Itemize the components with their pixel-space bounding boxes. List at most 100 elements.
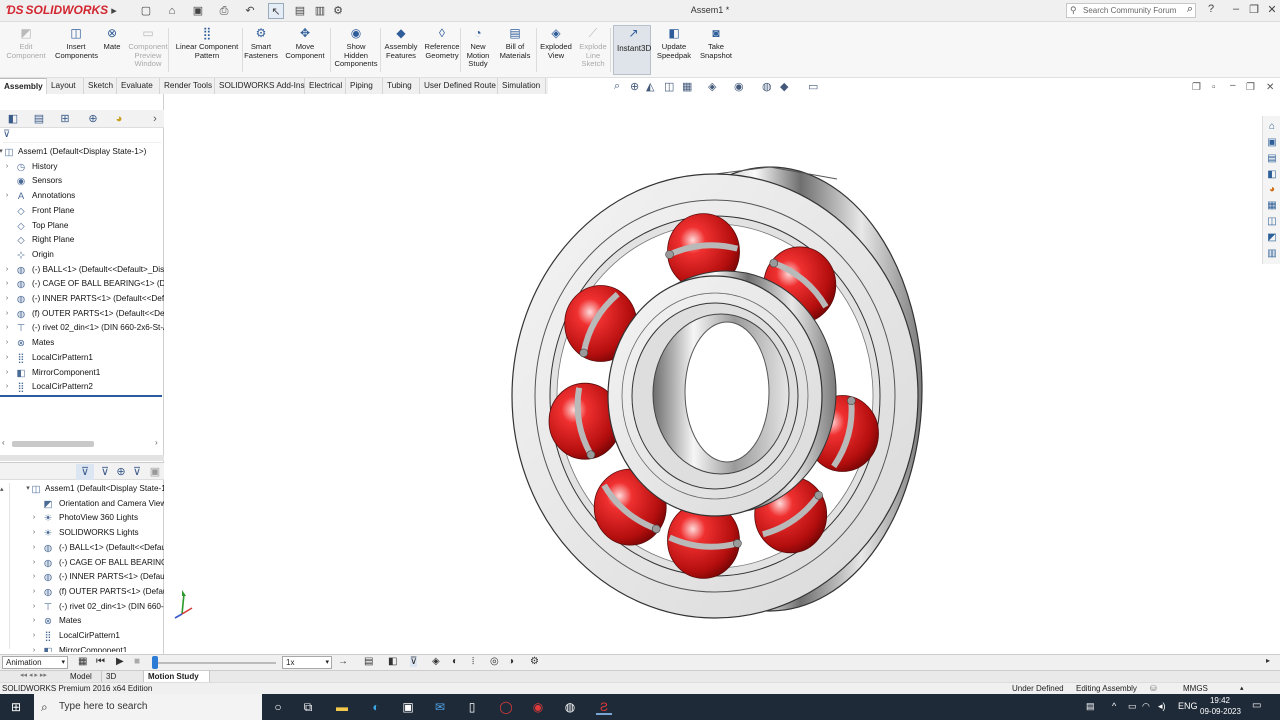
- restore-icon[interactable]: ❐: [1246, 3, 1262, 16]
- close-icon[interactable]: ✕: [1264, 3, 1280, 16]
- opera-icon[interactable]: ◯: [498, 699, 514, 715]
- expand-arrow-icon[interactable]: ›: [30, 556, 38, 571]
- tab-user-defined-route[interactable]: User Defined Route: [420, 78, 498, 94]
- tree-item[interactable]: › ◍ (-) CAGE OF BALL BEARING<1: [0, 556, 164, 571]
- ribbon-button-smart-fasteners[interactable]: ⚙ Smart Fasteners: [244, 26, 278, 60]
- tab-sketch[interactable]: Sketch: [84, 78, 117, 94]
- cage-rivet[interactable]: [586, 450, 596, 460]
- solidworks-taskbar-icon[interactable]: Ƨ: [596, 699, 612, 715]
- tree-item[interactable]: ◇ Right Plane: [0, 233, 164, 248]
- study-type-select[interactable]: Animation ▾: [2, 656, 68, 669]
- tree-item[interactable]: › ⣿ LocalCirPattern1: [0, 351, 164, 366]
- ribbon-button-snapshot[interactable]: ◙ Take Snapshot: [699, 26, 733, 60]
- stop-icon[interactable]: ■: [134, 656, 140, 667]
- ribbon-button-edit-component[interactable]: ◩ Edit Component: [6, 26, 46, 60]
- motion-collapse-icon[interactable]: ▣: [146, 464, 164, 480]
- playback-mode-icon[interactable]: →: [338, 656, 348, 667]
- tree-item[interactable]: › ◍ (-) INNER PARTS<1> (Default: [0, 570, 164, 585]
- cage-rivet[interactable]: [769, 258, 779, 268]
- tree-item[interactable]: › ⊗ Mates: [0, 614, 164, 629]
- motion-study-properties-icon[interactable]: ⚙: [530, 656, 539, 667]
- file-properties-icon[interactable]: ▥: [312, 3, 328, 19]
- custom-properties-icon[interactable]: ▦: [1265, 199, 1279, 213]
- tree-item[interactable]: › ⊗ Mates: [0, 336, 164, 351]
- graphics-area[interactable]: [165, 96, 1260, 652]
- scene-icon[interactable]: ◆: [780, 80, 788, 93]
- windows-start-icon[interactable]: ⊞: [8, 699, 24, 715]
- document-icon[interactable]: ▯: [464, 699, 480, 715]
- ribbon-button-instant3d[interactable]: ↗ Instant3D: [613, 25, 651, 75]
- panel-expand-icon[interactable]: ›: [146, 111, 164, 127]
- tree-item[interactable]: › ◍ (f) OUTER PARTS<1> (Default: [0, 585, 164, 600]
- expand-arrow-icon[interactable]: ›: [3, 263, 11, 278]
- motor-icon[interactable]: ◐: [452, 656, 458, 667]
- dimxpert-tab-icon[interactable]: ⊕: [84, 111, 102, 127]
- network-icon[interactable]: ▭: [1128, 701, 1137, 712]
- tree-item[interactable]: › ☀ PhotoView 360 Lights: [0, 511, 164, 526]
- tab-piping[interactable]: Piping: [346, 78, 383, 94]
- motion-tree-scrollbar[interactable]: ▴: [0, 483, 10, 649]
- clock-time[interactable]: 19:42: [1202, 696, 1238, 705]
- expand-arrow-icon[interactable]: ›: [30, 644, 38, 652]
- previous-view-icon[interactable]: ◭: [646, 80, 654, 93]
- scroll-up-icon[interactable]: ▴: [0, 486, 4, 493]
- undo-icon[interactable]: ↶: [242, 3, 258, 19]
- clock-date[interactable]: 09-09-2023: [1200, 707, 1241, 716]
- tree-item[interactable]: ⊹ Origin: [0, 248, 164, 263]
- tree-item[interactable]: ▾ ◫ Assem1 (Default<Display State-1>): [0, 145, 164, 160]
- ribbon-button-explode-line[interactable]: ⟋ Explode Line Sketch: [576, 26, 610, 69]
- expand-arrow-icon[interactable]: ›: [30, 511, 38, 526]
- dynamic-annotation-icon[interactable]: ▦: [682, 80, 692, 93]
- expand-arrow-icon[interactable]: ›: [30, 629, 38, 644]
- tab-evaluate[interactable]: Evaluate: [117, 78, 160, 94]
- ribbon-button-bom[interactable]: ▤ Bill of Materials: [498, 26, 532, 60]
- cage-rivet[interactable]: [846, 396, 856, 406]
- tree-rollback-bar[interactable]: [0, 395, 162, 397]
- ribbon-button-mate[interactable]: ⊗ Mate: [101, 26, 123, 52]
- resources-icon[interactable]: ▣: [1265, 136, 1279, 150]
- tree-item[interactable]: ▾ ◫ Assem1 (Default<Display State-1>: [0, 482, 164, 497]
- cage-rivet[interactable]: [814, 490, 823, 500]
- zoom-area-icon[interactable]: ⊕: [630, 80, 639, 93]
- scroll-right-icon[interactable]: ›: [155, 438, 158, 447]
- wifi-icon[interactable]: ◠: [1142, 701, 1150, 712]
- ribbon-button-assembly-features[interactable]: ◆ Assembly Features: [383, 26, 419, 60]
- recorder-icon[interactable]: ◉: [530, 699, 546, 715]
- motion-filter-icon[interactable]: ⊽: [76, 464, 94, 480]
- doc-tab-3d-views[interactable]: 3D Views: [102, 671, 144, 692]
- appearance-icon[interactable]: ◍: [762, 80, 772, 93]
- viewport-restore-icon[interactable]: ❐: [1192, 82, 1201, 93]
- expand-arrow-icon[interactable]: ›: [30, 585, 38, 600]
- expand-arrow-icon[interactable]: ›: [3, 292, 11, 307]
- tab-scroll-icons[interactable]: ◂◂ ◂ ▸ ▸▸: [20, 671, 47, 679]
- input-language[interactable]: ENG: [1178, 701, 1198, 711]
- tab-tubing[interactable]: Tubing: [383, 78, 420, 94]
- tree-item[interactable]: › A Annotations: [0, 189, 164, 204]
- ribbon-button-insert-components[interactable]: ◫ Insert Components: [55, 26, 98, 60]
- animation-wizard-icon[interactable]: ◧: [388, 656, 397, 667]
- tree-item[interactable]: › ◧ MirrorComponent1: [0, 644, 164, 652]
- new-document-icon[interactable]: ▢: [138, 3, 154, 19]
- inner-ring[interactable]: [607, 270, 837, 517]
- ribbon-button-reference-geometry[interactable]: ◊ Reference Geometry: [422, 26, 462, 60]
- rebuild-icon[interactable]: ▤: [292, 3, 308, 19]
- cage-rivet[interactable]: [665, 250, 674, 259]
- viewport-close-icon[interactable]: ▫: [1212, 82, 1216, 93]
- viewport-minimize-icon[interactable]: –: [1230, 80, 1236, 91]
- help-icon[interactable]: ?: [1203, 3, 1219, 15]
- ribbon-button-component-preview[interactable]: ▭ Component Preview Window: [126, 26, 170, 69]
- solidworks-logo[interactable]: ƊS SOLIDWORKS: [6, 3, 108, 17]
- ribbon-button-speedpak[interactable]: ◧ Update Speedpak: [655, 26, 693, 60]
- save-animation-icon[interactable]: ▤: [364, 656, 373, 667]
- search-icon[interactable]: ⌕: [1187, 3, 1193, 16]
- tree-item[interactable]: › ⣿ LocalCirPattern1: [0, 629, 164, 644]
- tree-item[interactable]: › ⣿ LocalCirPattern2: [0, 380, 164, 395]
- ribbon-button-exploded-view[interactable]: ◈ Exploded View: [538, 26, 574, 60]
- doc-tab-motion-study-2[interactable]: Motion Study 2: [144, 671, 210, 692]
- tree-item[interactable]: › ◍ (-) BALL<1> (Default<<Defau: [0, 541, 164, 556]
- ribbon-button-linear-pattern[interactable]: ⣿ Linear Component Pattern: [172, 26, 242, 60]
- open-icon[interactable]: ⌂: [164, 3, 180, 19]
- cage-rivet[interactable]: [733, 539, 742, 548]
- viewport-maximize-icon[interactable]: ❐: [1246, 82, 1255, 93]
- ribbon-button-move-component[interactable]: ✥ Move Component: [285, 26, 325, 60]
